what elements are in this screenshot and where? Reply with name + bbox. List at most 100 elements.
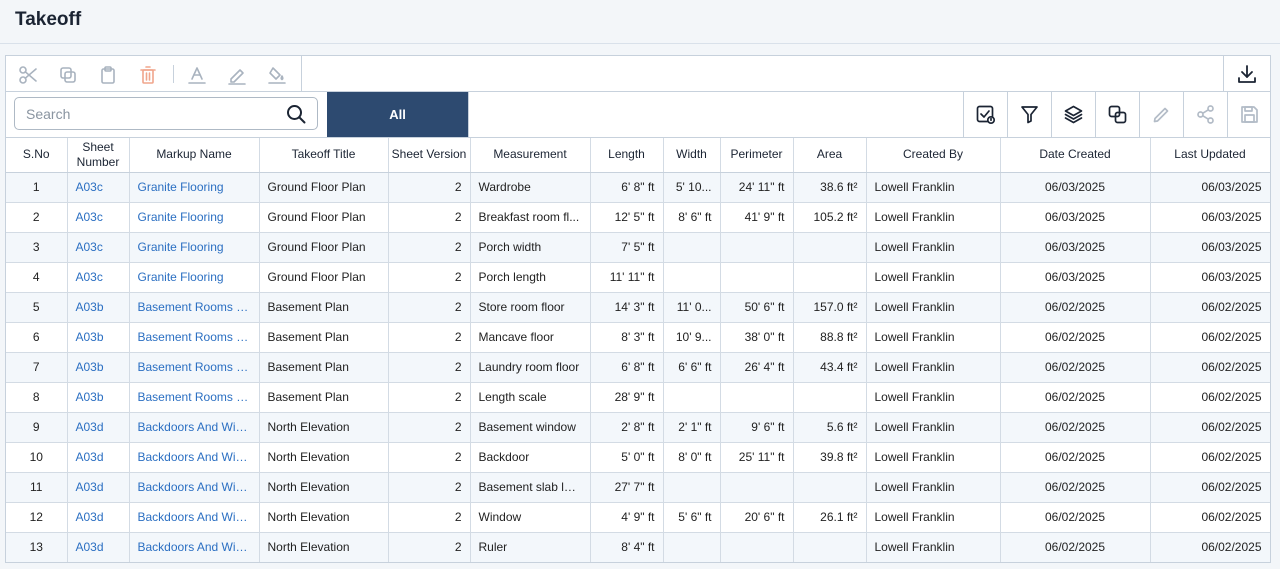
table-cell: Lowell Franklin — [866, 232, 1001, 263]
markup-name-link[interactable]: Backdoors And Win... — [129, 412, 260, 443]
sheet-number-link[interactable]: A03c — [67, 202, 130, 233]
sheet-number-link[interactable]: A03d — [67, 472, 130, 503]
markup-name-link[interactable]: Backdoors And Win... — [129, 532, 260, 562]
markup-name-link[interactable]: Granite Flooring — [129, 202, 260, 233]
save-button[interactable] — [1227, 92, 1270, 137]
markup-name-link[interactable]: Granite Flooring — [129, 232, 260, 263]
trash-icon[interactable] — [135, 62, 161, 88]
column-header[interactable]: Perimeter — [720, 138, 794, 173]
table-cell: 3 — [6, 232, 68, 263]
table-cell: 11 — [6, 472, 68, 503]
table-cell: 9 — [6, 412, 68, 443]
status-check-button[interactable] — [963, 92, 1007, 137]
table-row[interactable]: 5 A03b Basement Rooms Fl... Basement Plan 2 S… — [6, 292, 1270, 323]
sheet-number-link[interactable]: A03b — [67, 382, 130, 413]
pen-icon[interactable] — [224, 62, 250, 88]
sheet-number-link[interactable]: A03c — [67, 172, 130, 203]
table-row[interactable]: 2 A03c Granite Flooring Ground Floor Plan 2 B… — [6, 202, 1270, 233]
column-header[interactable]: Area — [793, 138, 867, 173]
duplicate-button[interactable] — [1095, 92, 1139, 137]
sheet-number-link[interactable]: A03d — [67, 532, 130, 562]
search-filter-bar: All — [6, 92, 1270, 138]
table-row[interactable]: 6 A03b Basement Rooms Fl... Basement Plan 2 M… — [6, 322, 1270, 353]
markup-name-link[interactable]: Basement Rooms Fl... — [129, 292, 260, 323]
sheet-number-link[interactable]: A03b — [67, 352, 130, 383]
table-cell: Laundry room floor — [470, 352, 591, 383]
column-header[interactable]: Length — [590, 138, 664, 173]
markup-name-link[interactable]: Basement Rooms Fl... — [129, 382, 260, 413]
share-button[interactable] — [1183, 92, 1227, 137]
share-icon — [1197, 105, 1214, 124]
search-icon[interactable] — [285, 103, 307, 125]
sheet-number-link[interactable]: A03c — [67, 262, 130, 293]
table-cell: 9' 6" ft — [720, 412, 794, 443]
table-cell: 157.0 ft² — [793, 292, 867, 323]
column-header[interactable]: Last Updated — [1150, 138, 1270, 173]
sheet-number-link[interactable]: A03d — [67, 442, 130, 473]
column-header[interactable]: Width — [663, 138, 721, 173]
download-button[interactable] — [1223, 56, 1270, 92]
table-cell: 06/02/2025 — [1000, 352, 1151, 383]
table-cell: 26.1 ft² — [793, 502, 867, 533]
all-filter-button[interactable]: All — [327, 92, 468, 137]
table-cell: Basement Plan — [259, 352, 389, 383]
table-row[interactable]: 1 A03c Granite Flooring Ground Floor Plan 2 W… — [6, 172, 1270, 203]
markup-name-link[interactable]: Basement Rooms Fl... — [129, 322, 260, 353]
table-cell: 41' 9" ft — [720, 202, 794, 233]
table-row[interactable]: 4 A03c Granite Flooring Ground Floor Plan 2 P… — [6, 262, 1270, 293]
scissors-icon[interactable] — [15, 62, 41, 88]
sheet-number-link[interactable]: A03b — [67, 292, 130, 323]
layers-button[interactable] — [1051, 92, 1095, 137]
duplicate-icon — [1108, 105, 1127, 124]
markup-name-link[interactable]: Backdoors And Win... — [129, 442, 260, 473]
table-cell: 8' 4" ft — [590, 532, 664, 562]
sheet-number-link[interactable]: A03d — [67, 502, 130, 533]
filter-button[interactable] — [1007, 92, 1051, 137]
table-cell: Basement Plan — [259, 382, 389, 413]
column-header[interactable]: Date Created — [1000, 138, 1151, 173]
table-row[interactable]: 7 A03b Basement Rooms Fl... Basement Plan 2 L… — [6, 352, 1270, 383]
table-row[interactable]: 10 A03d Backdoors And Win... North Elevatio… — [6, 442, 1270, 473]
column-header[interactable]: Created By — [866, 138, 1001, 173]
search-input[interactable] — [15, 105, 285, 122]
markup-name-link[interactable]: Basement Rooms Fl... — [129, 352, 260, 383]
sheet-number-link[interactable]: A03c — [67, 232, 130, 263]
markup-name-link[interactable]: Backdoors And Win... — [129, 502, 260, 533]
table-cell: 06/02/2025 — [1000, 442, 1151, 473]
table-row[interactable]: 8 A03b Basement Rooms Fl... Basement Plan 2 L… — [6, 382, 1270, 413]
table-cell: Ground Floor Plan — [259, 232, 389, 263]
sheet-number-link[interactable]: A03d — [67, 412, 130, 443]
table-cell: Basement slab len... — [470, 472, 591, 503]
column-header[interactable]: Measurement — [470, 138, 591, 173]
copy-icon[interactable] — [55, 62, 81, 88]
column-header[interactable]: Markup Name — [129, 138, 260, 173]
table-cell: 2' 1" ft — [663, 412, 721, 443]
sheet-number-link[interactable]: A03b — [67, 322, 130, 353]
clipboard-icon[interactable] — [95, 62, 121, 88]
table-cell: 7' 5" ft — [590, 232, 664, 263]
table-cell: Ground Floor Plan — [259, 202, 389, 233]
table-row[interactable]: 3 A03c Granite Flooring Ground Floor Plan 2 P… — [6, 232, 1270, 263]
markup-name-link[interactable]: Backdoors And Win... — [129, 472, 260, 503]
table-row[interactable]: 11 A03d Backdoors And Win... North Elevatio… — [6, 472, 1270, 503]
table-cell: 5' 0" ft — [590, 442, 664, 473]
column-header[interactable]: S.No — [6, 138, 68, 173]
edit-button[interactable] — [1139, 92, 1183, 137]
table-cell: 2 — [388, 352, 471, 383]
column-header[interactable]: Sheet Version — [388, 138, 471, 173]
table-cell: Lowell Franklin — [866, 472, 1001, 503]
table-cell: North Elevation — [259, 442, 389, 473]
pencil-icon — [1153, 107, 1169, 123]
column-header[interactable]: Takeoff Title — [259, 138, 389, 173]
table-row[interactable]: 9 A03d Backdoors And Win... North Elevation… — [6, 412, 1270, 443]
text-color-icon[interactable] — [184, 62, 210, 88]
table-row[interactable]: 12 A03d Backdoors And Win... North Elevatio… — [6, 502, 1270, 533]
table-cell: Basement Plan — [259, 322, 389, 353]
save-icon — [1241, 106, 1258, 123]
fill-icon[interactable] — [264, 62, 290, 88]
table-row[interactable]: 13 A03d Backdoors And Win... North Elevatio… — [6, 532, 1270, 562]
markup-name-link[interactable]: Granite Flooring — [129, 172, 260, 203]
markup-name-link[interactable]: Granite Flooring — [129, 262, 260, 293]
column-header[interactable]: Sheet Number — [67, 138, 130, 173]
table-cell: 06/03/2025 — [1000, 172, 1151, 203]
